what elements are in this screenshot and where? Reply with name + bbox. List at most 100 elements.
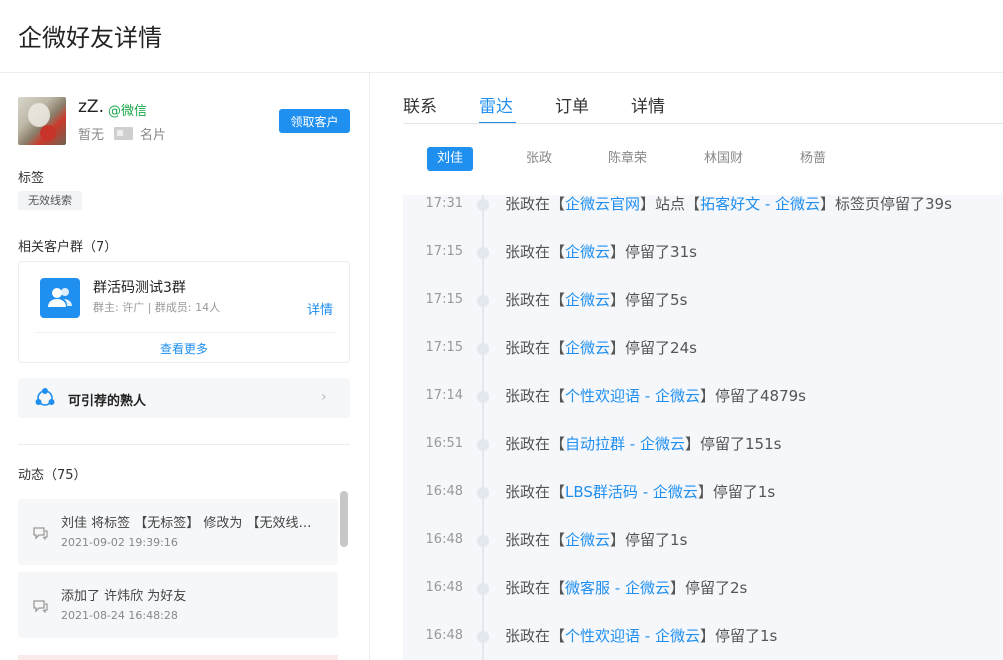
customer-note: 暂无 bbox=[78, 128, 105, 143]
list-item: 刘佳 将标签 【无标签】 修改为 【无效线索】 2021-09-02 19:39… bbox=[18, 499, 338, 565]
customer-sidebar: zZ. @微信 暂无 名片 领取客户 标签 无效线索 相关客户群（7） 群活码测… bbox=[0, 73, 370, 660]
timeline-dot bbox=[477, 295, 489, 307]
chat-bubble-icon bbox=[32, 525, 49, 541]
radar-timeline[interactable]: 17:31 张政在【企微云官网】站点【拓客好文 - 企微云】标签页停留了39s 17… bbox=[403, 195, 1003, 660]
page-link[interactable]: 个性欢迎语 - 企微云 bbox=[565, 627, 700, 645]
timeline-row: 17:15 张政在【企微云】停留了31s bbox=[403, 241, 1003, 265]
see-more-link[interactable]: 查看更多 bbox=[19, 340, 349, 357]
staff-filter-item[interactable]: 张政 bbox=[526, 147, 552, 171]
timeline-time: 17:15 bbox=[425, 340, 463, 355]
tab-orders[interactable]: 订单 bbox=[555, 92, 589, 117]
timeline-time: 16:48 bbox=[425, 484, 463, 499]
activity-label: 动态（75） bbox=[18, 468, 87, 483]
group-detail-link[interactable]: 详情 bbox=[307, 299, 333, 318]
timeline-time: 17:31 bbox=[425, 196, 463, 211]
page-link[interactable]: 企微云 bbox=[565, 339, 610, 357]
timeline-dot bbox=[477, 583, 489, 595]
list-item-partial bbox=[18, 655, 338, 660]
timeline-time: 16:48 bbox=[425, 628, 463, 643]
timeline-row: 16:48 张政在【企微云】停留了1s bbox=[403, 529, 1003, 553]
group-meta: 群主: 许广 | 群成员: 14人 bbox=[93, 301, 221, 314]
page-link[interactable]: 企微云 bbox=[565, 243, 610, 261]
page-link[interactable]: 自动拉群 - 企微云 bbox=[565, 435, 685, 453]
page-link[interactable]: 企微云 bbox=[565, 531, 610, 549]
tag-chip: 无效线索 bbox=[18, 191, 82, 210]
page-link[interactable]: 微客服 - 企微云 bbox=[565, 579, 670, 597]
chat-bubble-icon bbox=[32, 598, 49, 614]
timeline-dot bbox=[477, 199, 489, 211]
timeline-time: 16:48 bbox=[425, 580, 463, 595]
tab-details[interactable]: 详情 bbox=[631, 92, 665, 117]
page-link[interactable]: 拓客好文 - 企微云 bbox=[700, 195, 820, 213]
business-card-icon[interactable] bbox=[114, 127, 133, 140]
timeline-time: 17:14 bbox=[425, 388, 463, 403]
timeline-text: 张政在【企微云官网】站点【拓客好文 - 企微云】标签页停留了39s bbox=[505, 195, 952, 213]
timeline-text: 张政在【微客服 - 企微云】停留了2s bbox=[505, 579, 748, 597]
group-chat-icon bbox=[40, 278, 80, 318]
chevron-right-icon: › bbox=[321, 389, 327, 405]
activity-time: 2021-08-24 16:48:28 bbox=[61, 609, 178, 622]
timeline-time: 17:15 bbox=[425, 292, 463, 307]
staff-filter-item[interactable]: 刘佳 bbox=[427, 147, 474, 171]
tab-radar[interactable]: 雷达 bbox=[479, 92, 513, 117]
staff-filter-item[interactable]: 林国财 bbox=[704, 147, 743, 171]
recommend-acquaintances[interactable]: 可引荐的熟人 › bbox=[18, 378, 350, 418]
timeline-time: 16:51 bbox=[425, 436, 463, 451]
activity-time: 2021-09-02 19:39:16 bbox=[61, 536, 178, 549]
page-link[interactable]: 个性欢迎语 - 企微云 bbox=[565, 387, 700, 405]
timeline-dot bbox=[477, 343, 489, 355]
timeline-time: 16:48 bbox=[425, 532, 463, 547]
timeline-text: 张政在【LBS群活码 - 企微云】停留了1s bbox=[505, 483, 776, 501]
tags-label: 标签 bbox=[18, 171, 45, 186]
staff-filter: 刘佳 张政 陈章荣 林国财 杨蔷 bbox=[403, 147, 1003, 171]
timeline-row: 16:48 张政在【个性欢迎语 - 企微云】停留了1s bbox=[403, 625, 1003, 649]
timeline-dot bbox=[477, 247, 489, 259]
claim-customer-button[interactable]: 领取客户 bbox=[279, 109, 350, 133]
timeline-row: 17:15 张政在【企微云】停留了24s bbox=[403, 337, 1003, 361]
tabs-divider bbox=[403, 123, 1003, 124]
feed-scrollbar[interactable] bbox=[340, 491, 348, 547]
wechat-source-tag: @微信 bbox=[108, 104, 148, 119]
left-divider bbox=[18, 444, 350, 445]
timeline-row: 17:14 张政在【个性欢迎语 - 企微云】停留了4879s bbox=[403, 385, 1003, 409]
activity-text: 添加了 许炜欣 为好友 bbox=[61, 589, 187, 604]
customer-nickname: zZ. bbox=[78, 97, 104, 117]
list-item: 添加了 许炜欣 为好友 2021-08-24 16:48:28 bbox=[18, 572, 338, 638]
timeline-row: 17:15 张政在【企微云】停留了5s bbox=[403, 289, 1003, 313]
page-link[interactable]: 企微云官网 bbox=[565, 195, 640, 213]
detail-tabs: 联系 雷达 订单 详情 bbox=[403, 92, 1003, 124]
timeline-row: 16:51 张政在【自动拉群 - 企微云】停留了151s bbox=[403, 433, 1003, 457]
timeline-text: 张政在【企微云】停留了24s bbox=[505, 339, 697, 357]
timeline-dot bbox=[477, 439, 489, 451]
group-name: 群活码测试3群 bbox=[93, 280, 186, 296]
recommend-label: 可引荐的熟人 bbox=[68, 394, 147, 409]
group-card-divider bbox=[35, 332, 335, 333]
related-groups-label: 相关客户群（7） bbox=[18, 240, 118, 255]
timeline-text: 张政在【个性欢迎语 - 企微云】停留了4879s bbox=[505, 387, 806, 405]
business-card-link[interactable]: 名片 bbox=[140, 124, 166, 143]
group-card: 群活码测试3群 群主: 许广 | 群成员: 14人 详情 查看更多 bbox=[18, 261, 350, 363]
timeline-dot bbox=[477, 391, 489, 403]
share-network-icon bbox=[34, 387, 56, 409]
avatar bbox=[18, 97, 66, 145]
tab-contact[interactable]: 联系 bbox=[403, 92, 437, 117]
timeline-dot bbox=[477, 631, 489, 643]
timeline-text: 张政在【企微云】停留了5s bbox=[505, 291, 688, 309]
staff-filter-item[interactable]: 陈章荣 bbox=[608, 147, 647, 171]
timeline-row: 16:48 张政在【LBS群活码 - 企微云】停留了1s bbox=[403, 481, 1003, 505]
activity-text: 刘佳 将标签 【无标签】 修改为 【无效线索】 bbox=[61, 516, 323, 531]
timeline-text: 张政在【自动拉群 - 企微云】停留了151s bbox=[505, 435, 782, 453]
staff-filter-item[interactable]: 杨蔷 bbox=[800, 147, 826, 171]
page-link[interactable]: LBS群活码 - 企微云 bbox=[565, 483, 698, 501]
timeline-row: 17:31 张政在【企微云官网】站点【拓客好文 - 企微云】标签页停留了39s bbox=[403, 195, 1003, 217]
timeline-row: 16:48 张政在【微客服 - 企微云】停留了2s bbox=[403, 577, 1003, 601]
timeline-dot bbox=[477, 535, 489, 547]
timeline-time: 17:15 bbox=[425, 244, 463, 259]
timeline-text: 张政在【企微云】停留了1s bbox=[505, 531, 688, 549]
timeline-dot bbox=[477, 487, 489, 499]
timeline-text: 张政在【个性欢迎语 - 企微云】停留了1s bbox=[505, 627, 778, 645]
timeline-text: 张政在【企微云】停留了31s bbox=[505, 243, 697, 261]
page-title: 企微好友详情 bbox=[18, 24, 162, 52]
page-link[interactable]: 企微云 bbox=[565, 291, 610, 309]
activity-feed[interactable]: 刘佳 将标签 【无标签】 修改为 【无效线索】 2021-09-02 19:39… bbox=[18, 491, 350, 660]
